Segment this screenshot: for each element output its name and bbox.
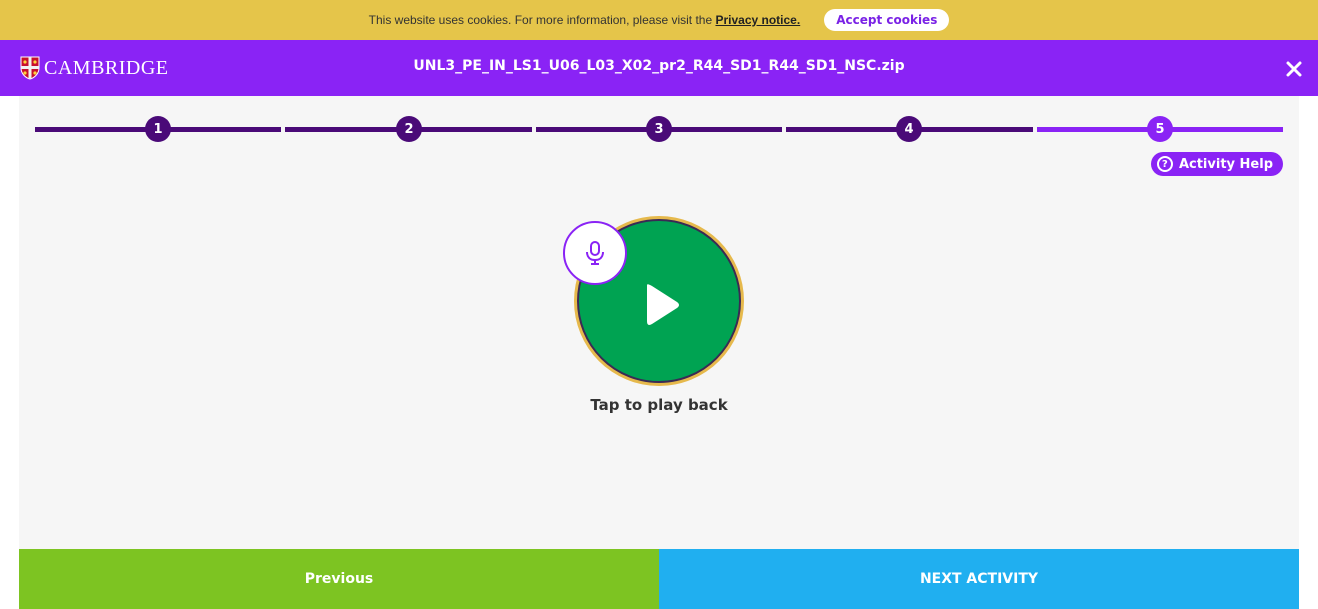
close-icon[interactable]: [1284, 59, 1304, 79]
cookie-banner: This website uses cookies. For more info…: [0, 0, 1318, 40]
step-4[interactable]: 4: [896, 116, 922, 142]
step-1[interactable]: 1: [145, 116, 171, 142]
next-activity-button[interactable]: NEXT ACTIVITY: [659, 549, 1299, 609]
step-2[interactable]: 2: [396, 116, 422, 142]
record-button[interactable]: [563, 221, 627, 285]
previous-button[interactable]: Previous: [19, 549, 659, 609]
step-5[interactable]: 5: [1147, 116, 1173, 142]
page-title: UNL3_PE_IN_LS1_U06_L03_X02_pr2_R44_SD1_R…: [413, 58, 905, 74]
help-icon: ?: [1156, 156, 1173, 172]
cookie-message: This website uses cookies. For more info…: [368, 13, 713, 27]
playback-hint: Tap to play back: [590, 396, 728, 414]
privacy-notice-link[interactable]: Privacy notice.: [715, 13, 800, 27]
microphone-icon: [586, 241, 604, 265]
activity-panel: 1 2 3 4 5 ? Activity Help Tap to play ba…: [19, 96, 1299, 549]
app-header: CAMBRIDGE UNL3_PE_IN_LS1_U06_L03_X02_pr2…: [0, 40, 1318, 96]
accept-cookies-button[interactable]: Accept cookies: [824, 9, 950, 31]
activity-help-button[interactable]: ? Activity Help: [1150, 152, 1283, 176]
step-3[interactable]: 3: [646, 116, 672, 142]
activity-help-label: Activity Help: [1178, 156, 1273, 172]
